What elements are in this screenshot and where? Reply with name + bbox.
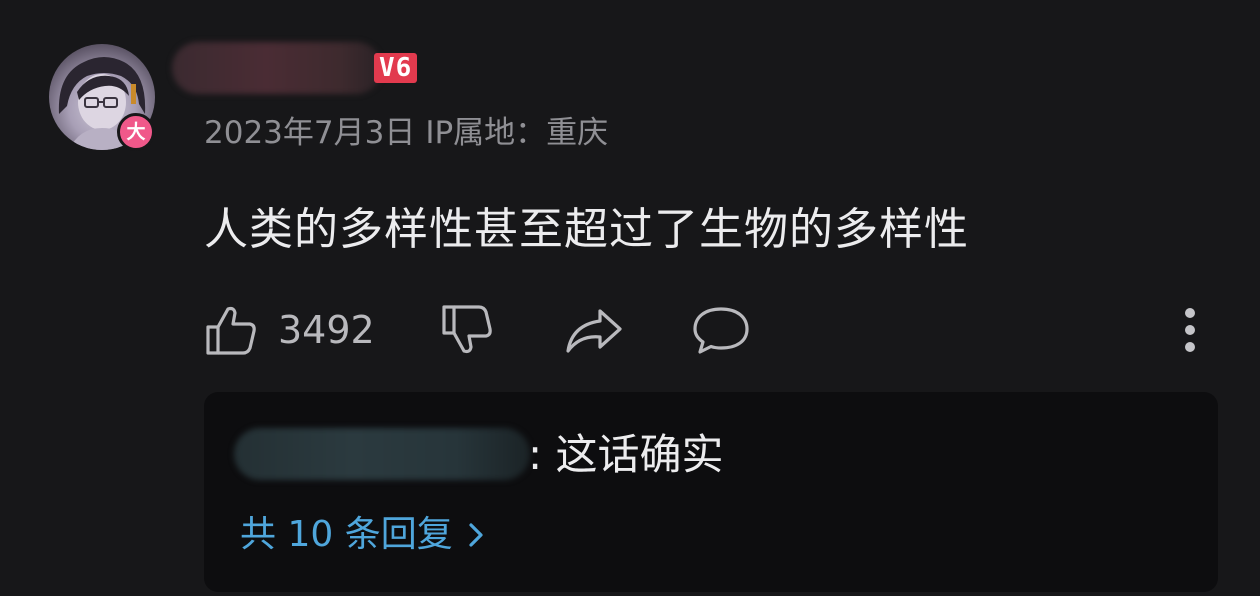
comment-text: 人类的多样性甚至超过了生物的多样性 <box>204 204 969 255</box>
share-button[interactable] <box>564 300 624 360</box>
reply-button[interactable] <box>692 300 750 360</box>
more-options-button[interactable] <box>1176 300 1204 360</box>
thumbs-up-icon <box>206 306 256 355</box>
thumbs-down-icon <box>442 305 492 354</box>
reply-username-redacted[interactable] <box>234 428 530 480</box>
chevron-right-icon <box>469 523 483 547</box>
like-count: 3492 <box>278 308 375 352</box>
like-button[interactable]: 3492 <box>204 300 375 360</box>
ip-location: IP属地：重庆 <box>425 115 609 151</box>
level-badge: V6 <box>374 53 418 83</box>
username-redacted[interactable] <box>172 42 382 94</box>
view-all-replies-link[interactable]: 共 10 条回复 <box>240 510 485 560</box>
avatar-badge: 大 <box>117 113 155 151</box>
dislike-button[interactable] <box>440 300 494 360</box>
comment-actions: 3492 <box>204 300 1204 360</box>
reply-preview-box[interactable]: : 这话确实 共 10 条回复 <box>204 392 1218 592</box>
vertical-dots-icon <box>1185 308 1195 352</box>
comment-date: 2023年7月3日 <box>204 115 416 151</box>
comment-meta: 2023年7月3日 IP属地：重庆 <box>204 110 608 156</box>
comment-bubble-icon <box>693 307 749 354</box>
reply-preview-text: : 这话确实 <box>528 430 724 479</box>
share-arrow-icon <box>566 309 622 353</box>
more-replies-label: 共 10 条回复 <box>240 514 453 555</box>
